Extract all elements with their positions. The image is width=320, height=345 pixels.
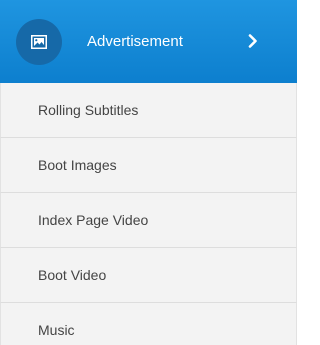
menu-item-index-page-video[interactable]: Index Page Video	[0, 193, 297, 248]
menu-items-list: Rolling Subtitles Boot Images Index Page…	[0, 83, 297, 345]
image-icon	[31, 35, 47, 49]
menu-item-label: Index Page Video	[38, 212, 149, 228]
advertisement-menu: Advertisement Rolling Subtitles Boot Ima…	[0, 0, 297, 345]
menu-item-label: Boot Images	[38, 157, 117, 173]
menu-item-label: Rolling Subtitles	[38, 102, 139, 118]
menu-item-rolling-subtitles[interactable]: Rolling Subtitles	[0, 83, 297, 138]
menu-item-label: Boot Video	[38, 267, 107, 283]
menu-item-label: Music	[38, 322, 75, 338]
menu-item-music[interactable]: Music	[0, 303, 297, 345]
menu-item-boot-video[interactable]: Boot Video	[0, 248, 297, 303]
menu-header-label: Advertisement	[87, 33, 183, 50]
menu-header-advertisement[interactable]: Advertisement	[0, 0, 297, 83]
chevron-right-icon[interactable]	[243, 31, 263, 51]
menu-item-boot-images[interactable]: Boot Images	[0, 138, 297, 193]
header-icon-circle	[16, 19, 62, 65]
